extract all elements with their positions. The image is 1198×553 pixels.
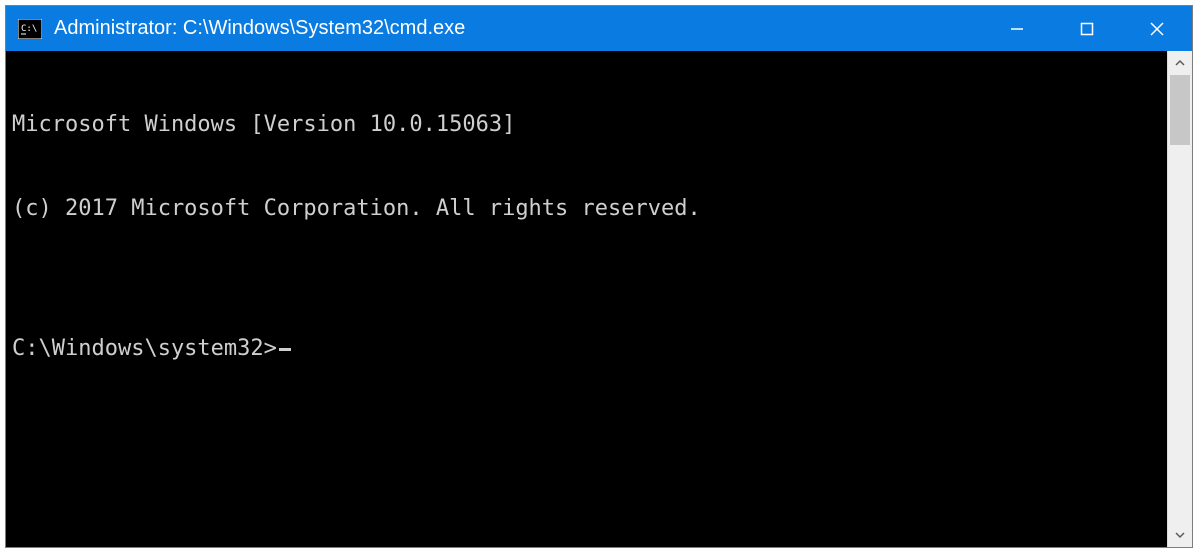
scroll-up-button[interactable] [1168,51,1192,75]
chevron-down-icon [1175,530,1185,540]
stdout-line: Microsoft Windows [Version 10.0.15063] [12,111,1159,139]
prompt-line: C:\Windows\system32> [12,335,1159,363]
scroll-down-button[interactable] [1168,523,1192,547]
scrollbar-track[interactable] [1168,75,1192,523]
cmd-icon: C:\ [18,19,42,39]
close-icon [1149,21,1165,37]
text-cursor [279,348,291,351]
close-button[interactable] [1122,6,1192,51]
minimize-icon [1009,21,1025,37]
stdout-line: (c) 2017 Microsoft Corporation. All righ… [12,195,1159,223]
maximize-button[interactable] [1052,6,1122,51]
titlebar[interactable]: C:\ Administrator: C:\Windows\System32\c… [6,6,1192,51]
cmd-window: C:\ Administrator: C:\Windows\System32\c… [6,6,1192,547]
chevron-up-icon [1175,58,1185,68]
client-area: Microsoft Windows [Version 10.0.15063] (… [6,51,1192,547]
window-title: Administrator: C:\Windows\System32\cmd.e… [54,17,465,40]
maximize-icon [1079,21,1095,37]
vertical-scrollbar[interactable] [1167,51,1192,547]
prompt-text: C:\Windows\system32> [12,335,277,363]
terminal[interactable]: Microsoft Windows [Version 10.0.15063] (… [6,51,1167,547]
svg-text:C:\: C:\ [21,24,37,34]
scrollbar-thumb[interactable] [1170,75,1190,145]
minimize-button[interactable] [982,6,1052,51]
